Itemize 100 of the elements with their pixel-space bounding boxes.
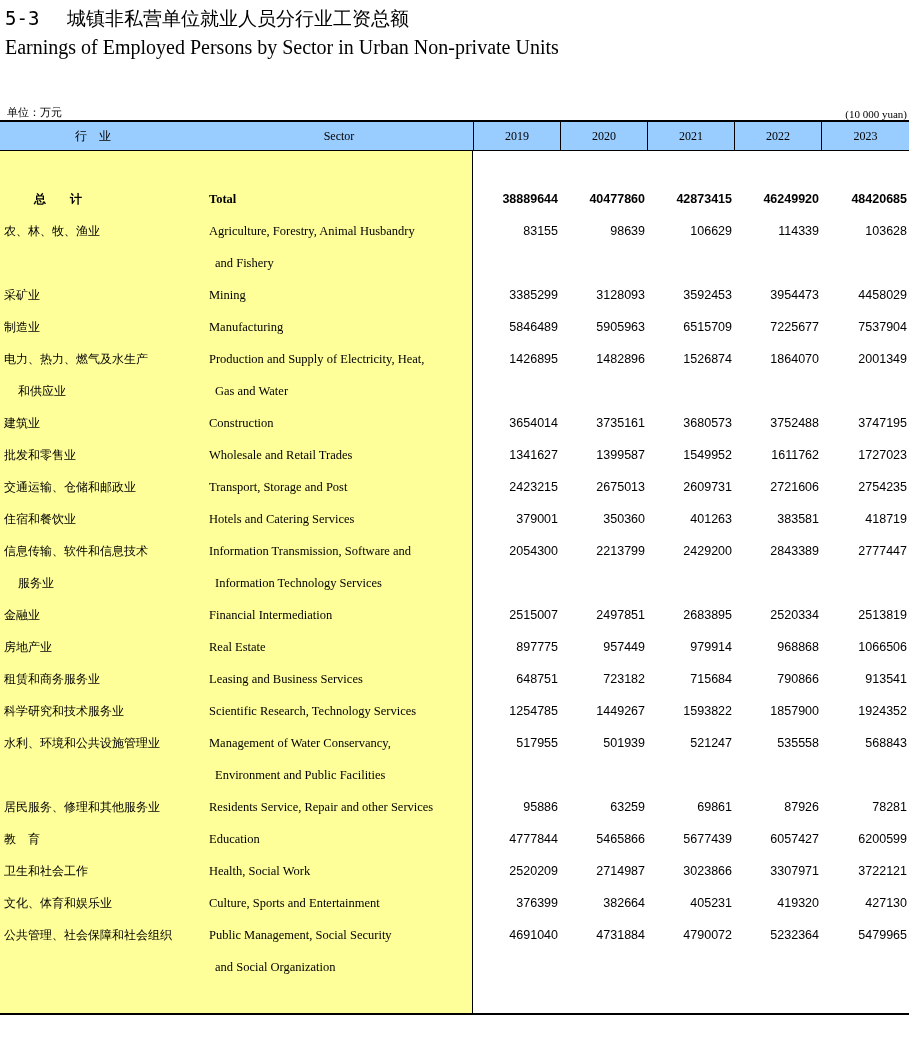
table-cell-text: 5232364 (770, 927, 819, 944)
table-cell-text: 3722121 (858, 863, 907, 880)
table-cell-text: 379001 (516, 511, 558, 528)
table-cell-text: 3592453 (683, 287, 732, 304)
table-cell-text: 1549952 (683, 447, 732, 464)
table-cell-text: 3680573 (683, 415, 732, 432)
sector-name-english: Residents Service, Repair and other Services (209, 799, 434, 816)
table-cell-text: 1864070 (770, 351, 819, 368)
table-cell-text: 3954473 (770, 287, 819, 304)
table-cell-text: 2213799 (596, 543, 645, 560)
sector-name-chinese: 教 育 (4, 831, 40, 848)
table-cell-text: 2754235 (858, 479, 907, 496)
table-number: 5-3 (5, 6, 40, 31)
table-cell-text: 114339 (778, 223, 819, 240)
table-cell-text: 3752488 (770, 415, 819, 432)
table-cell-text: 913541 (865, 671, 907, 688)
table-cell-text: 5465866 (596, 831, 645, 848)
table-cell-text: 3654014 (509, 415, 558, 432)
table-cell-text: 2843389 (770, 543, 819, 560)
sector-name-english: Agriculture, Forestry, Animal Husbandry (209, 223, 415, 240)
sector-name-english: Manufacturing (209, 319, 284, 336)
table-cell-text: 3385299 (509, 287, 558, 304)
sector-name-chinese: 批发和零售业 (4, 447, 76, 464)
table-cell-text: 95886 (523, 799, 558, 816)
table-cell-text: 957449 (603, 639, 645, 656)
sector-name-english: Transport, Storage and Post (209, 479, 348, 496)
table-cell-text: 5846489 (509, 319, 558, 336)
table-cell-text: 2777447 (858, 543, 907, 560)
sector-name-chinese: 建筑业 (4, 415, 40, 432)
column-header: 2020 (560, 122, 647, 150)
table-cell-text: 2520209 (509, 863, 558, 880)
table-cell-text: 1341627 (509, 447, 558, 464)
sector-name-english: and Social Organization (215, 959, 336, 976)
table-cell-text: 1482896 (596, 351, 645, 368)
page-title: 城镇非私营单位就业人员分行业工资总额 (67, 6, 410, 31)
table-cell-text: 4691040 (509, 927, 558, 944)
table-cell-text: 42873415 (676, 191, 732, 208)
table-cell-text: 1857900 (770, 703, 819, 720)
table-cell-text: 979914 (690, 639, 732, 656)
column-header: 2022 (734, 122, 821, 150)
sector-name-english: Scientific Research, Technology Services (209, 703, 417, 720)
table-cell-text: 87926 (784, 799, 819, 816)
table-cell-text: 427130 (865, 895, 907, 912)
table-cell-text: 2054300 (509, 543, 558, 560)
sector-name-english: Financial Intermediation (209, 607, 333, 624)
sector-name-chinese: 水利、环境和公共设施管理业 (4, 735, 160, 752)
sector-name-chinese: 居民服务、修理和其他服务业 (4, 799, 160, 816)
table-cell-text: 521247 (690, 735, 732, 752)
sector-name-english: Production and Supply of Electricity, Heat, (209, 351, 425, 368)
sector-name-chinese: 住宿和餐饮业 (4, 511, 76, 528)
sector-name-chinese: 租赁和商务服务业 (4, 671, 100, 688)
table-cell-text: 535558 (777, 735, 819, 752)
sector-name-chinese: 制造业 (4, 319, 40, 336)
table-cell-text: 790866 (777, 671, 819, 688)
sector-name-english: Public Management, Social Security (209, 927, 392, 944)
table-cell-text: 2423215 (509, 479, 558, 496)
sector-name-chinese: 服务业 (18, 575, 54, 592)
table-cell-text: 5677439 (683, 831, 732, 848)
sector-name-english: Total (209, 191, 237, 208)
table-cell-text: 7537904 (858, 319, 907, 336)
column-header: Sector (322, 127, 356, 145)
table-cell-text: 2714987 (596, 863, 645, 880)
table-cell-text: 3747195 (858, 415, 907, 432)
table-cell-text: 1727023 (858, 447, 907, 464)
table-cell-text: 1526874 (683, 351, 732, 368)
table-cell-text: 3128093 (596, 287, 645, 304)
table-cell-text: 5905963 (596, 319, 645, 336)
unit-label: (10 000 yuan) (844, 108, 907, 120)
table-cell-text: 418719 (865, 511, 907, 528)
table-cell-text: 2609731 (683, 479, 732, 496)
page-subtitle: Earnings of Employed Persons by Sector in Urban Non-private Units (5, 36, 559, 58)
sector-name-chinese: 电力、热力、燃气及水生产 (4, 351, 148, 368)
table-cell-text: 2001349 (858, 351, 907, 368)
sector-name-english: Culture, Sports and Entertainment (209, 895, 380, 912)
table-cell-text: 103628 (865, 223, 907, 240)
table-cell-text: 4790072 (683, 927, 732, 944)
sector-name-chinese: 信息传输、软件和信息技术 (4, 543, 148, 560)
table-cell-text: 1611762 (771, 447, 819, 464)
table-cell-text: 405231 (690, 895, 732, 912)
table-cell-text: 568843 (865, 735, 907, 752)
table-cell-text: 2513819 (858, 607, 907, 624)
sector-name-english: Real Estate (209, 639, 266, 656)
table-cell-text: 3735161 (596, 415, 645, 432)
sector-name-english: Information Technology Services (215, 575, 382, 592)
table-cell-text: 40477860 (589, 191, 645, 208)
column-header: 2019 (473, 122, 560, 150)
sector-name-english: Information Transmission, Software and (209, 543, 412, 560)
sector-name-english: Management of Water Conservancy, (209, 735, 391, 752)
table-cell-text: 38889644 (502, 191, 558, 208)
table-cell-text: 98639 (610, 223, 645, 240)
table-cell-text: 2497851 (596, 607, 645, 624)
sector-name-english: Mining (209, 287, 246, 304)
table-cell-text: 2520334 (770, 607, 819, 624)
sector-name-chinese: 交通运输、仓储和邮政业 (4, 479, 136, 496)
column-header: 2021 (647, 122, 734, 150)
sector-name-english: Education (209, 831, 260, 848)
sector-name-english: Wholesale and Retail Trades (209, 447, 353, 464)
sector-name-english: Leasing and Business Services (209, 671, 363, 688)
table-cell-text: 6515709 (683, 319, 732, 336)
table-cell-text: 419320 (777, 895, 819, 912)
